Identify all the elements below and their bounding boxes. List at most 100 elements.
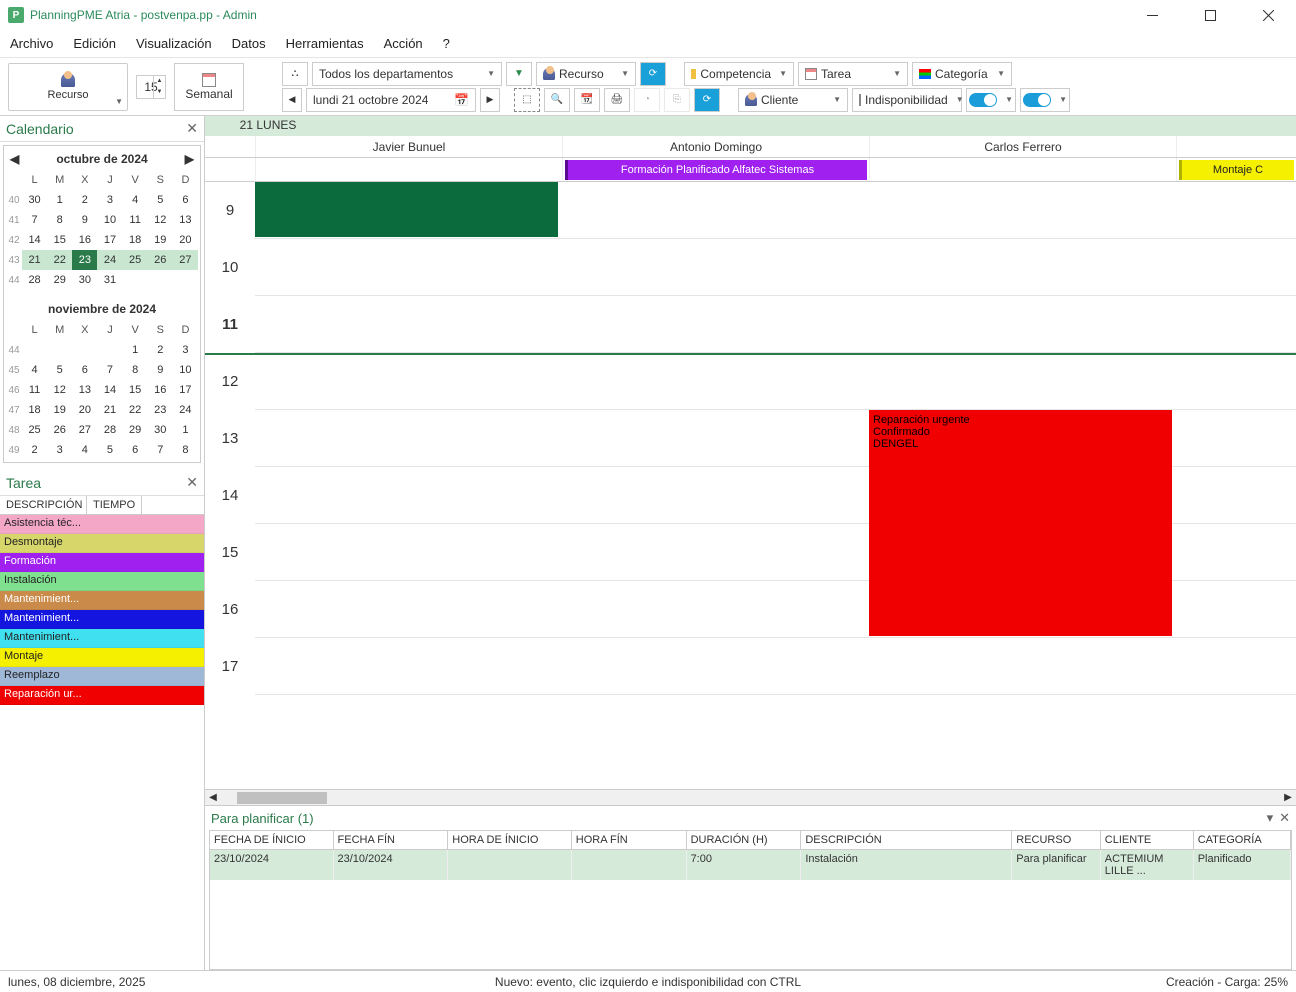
cal-day[interactable] xyxy=(173,270,198,290)
tarea-item[interactable]: Reemplazo xyxy=(0,667,204,686)
export-button[interactable]: ⎘ xyxy=(664,88,690,112)
cal-day[interactable] xyxy=(72,340,97,360)
departments-select[interactable]: Todos los departamentos▼ xyxy=(312,62,502,86)
schedule-event[interactable] xyxy=(255,182,558,237)
tarea-item[interactable]: Desmontaje xyxy=(0,534,204,553)
cal-day[interactable]: 20 xyxy=(173,230,198,250)
maximize-button[interactable] xyxy=(1190,1,1230,29)
tarea-item[interactable]: Formación xyxy=(0,553,204,572)
indisponibilidad-select[interactable]: Indisponibilidad▼ xyxy=(852,88,962,112)
cal-day[interactable]: 30 xyxy=(148,420,173,440)
cal-day[interactable]: 18 xyxy=(123,230,148,250)
cal-day[interactable] xyxy=(148,270,173,290)
cal-day[interactable]: 7 xyxy=(22,210,47,230)
cal-day[interactable]: 8 xyxy=(123,360,148,380)
print-button[interactable]: 🖨 xyxy=(604,88,630,112)
planif-col[interactable]: DURACIÓN (H) xyxy=(687,831,802,849)
cal-day[interactable]: 8 xyxy=(173,440,198,460)
cal-day[interactable]: 10 xyxy=(173,360,198,380)
hierarchy-button[interactable]: ⛬ xyxy=(282,62,308,86)
tarea-item[interactable]: Mantenimient... xyxy=(0,591,204,610)
cal-day[interactable]: 15 xyxy=(47,230,72,250)
cal-day[interactable]: 2 xyxy=(22,440,47,460)
cal-day[interactable] xyxy=(123,270,148,290)
cal-day[interactable]: 29 xyxy=(47,270,72,290)
cal-day[interactable]: 27 xyxy=(72,420,97,440)
cal-day[interactable]: 1 xyxy=(47,190,72,210)
menu-help[interactable]: ? xyxy=(443,36,450,51)
tarea-select[interactable]: Tarea▼ xyxy=(798,62,908,86)
cal-day[interactable]: 16 xyxy=(148,380,173,400)
cal-day[interactable]: 22 xyxy=(123,400,148,420)
tarea-item[interactable]: Reparación ur... xyxy=(0,686,204,705)
schedule-event[interactable]: Reparación urgenteConfirmadoDENGEL xyxy=(869,410,1172,636)
cliente-select[interactable]: Cliente▼ xyxy=(738,88,848,112)
resource-col-0[interactable]: Javier Bunuel xyxy=(255,136,562,157)
cal-day[interactable]: 2 xyxy=(148,340,173,360)
cal-day[interactable]: 9 xyxy=(72,210,97,230)
planificar-close-icon[interactable]: ✕ xyxy=(1279,810,1290,826)
search-button[interactable]: 🔍 xyxy=(544,88,570,112)
cal-day[interactable]: 24 xyxy=(97,250,122,270)
refresh2-button[interactable]: ⟳ xyxy=(694,88,720,112)
cal-next[interactable]: ▶ xyxy=(185,152,194,166)
filter-button[interactable]: ▼ xyxy=(506,62,532,86)
tarea-item[interactable]: Mantenimient... xyxy=(0,610,204,629)
cal-day[interactable] xyxy=(22,340,47,360)
date-picker[interactable]: lundi 21 octobre 2024 📅 xyxy=(306,88,476,112)
cal-day[interactable]: 4 xyxy=(123,190,148,210)
cal-day[interactable]: 5 xyxy=(47,360,72,380)
planif-col[interactable]: FECHA DE ÍNICIO xyxy=(210,831,334,849)
cal-day[interactable]: 28 xyxy=(97,420,122,440)
cal-day[interactable]: 25 xyxy=(22,420,47,440)
planif-col[interactable]: CLIENTE xyxy=(1101,831,1194,849)
resource-col-1[interactable]: Antonio Domingo xyxy=(562,136,869,157)
cal-day[interactable]: 23 xyxy=(72,250,97,270)
cal-day[interactable]: 19 xyxy=(148,230,173,250)
planificar-minimize-icon[interactable]: ▾ xyxy=(1267,810,1274,826)
cal-day[interactable]: 24 xyxy=(173,400,198,420)
cal-day[interactable]: 11 xyxy=(123,210,148,230)
cal-day[interactable]: 3 xyxy=(47,440,72,460)
menu-archivo[interactable]: Archivo xyxy=(10,36,53,51)
cal-day[interactable]: 13 xyxy=(72,380,97,400)
cal-day[interactable]: 5 xyxy=(148,190,173,210)
col-tiempo[interactable]: TIEMPO xyxy=(87,496,142,514)
menu-accion[interactable]: Acción xyxy=(384,36,423,51)
cal-day[interactable] xyxy=(47,340,72,360)
cal-day[interactable]: 17 xyxy=(173,380,198,400)
planif-col[interactable]: FECHA FÍN xyxy=(334,831,449,849)
cal-day[interactable]: 8 xyxy=(47,210,72,230)
cal-prev[interactable]: ◀ xyxy=(10,152,19,166)
resource-col-2[interactable]: Carlos Ferrero xyxy=(869,136,1176,157)
cal-day[interactable]: 1 xyxy=(123,340,148,360)
cal-day[interactable]: 13 xyxy=(173,210,198,230)
refresh-button[interactable]: ⟳ xyxy=(640,62,666,86)
tarea-item[interactable]: Asistencia téc... xyxy=(0,515,204,534)
schedule-grid[interactable]: 91011121314151617 Reparación urgenteConf… xyxy=(205,182,1296,789)
allday-event[interactable]: Formación Planificado Alfatec Sistemas xyxy=(565,160,867,180)
toggle1[interactable]: ▼ xyxy=(966,88,1016,112)
select-tool-button[interactable]: ⬚ xyxy=(514,88,540,112)
cal-day[interactable]: 21 xyxy=(97,400,122,420)
cal-day[interactable]: 3 xyxy=(173,340,198,360)
cal-day[interactable]: 19 xyxy=(47,400,72,420)
cal-day[interactable] xyxy=(97,340,122,360)
date-prev-button[interactable]: ◀ xyxy=(282,88,302,112)
cal-day[interactable]: 12 xyxy=(47,380,72,400)
planif-col[interactable]: CATEGORÍA xyxy=(1194,831,1291,849)
cal-day[interactable]: 17 xyxy=(97,230,122,250)
menu-edicion[interactable]: Edición xyxy=(73,36,116,51)
cal-day[interactable]: 21 xyxy=(22,250,47,270)
cal-day[interactable]: 26 xyxy=(47,420,72,440)
cal-day[interactable]: 15 xyxy=(123,380,148,400)
categoria-select[interactable]: Categoría▼ xyxy=(912,62,1012,86)
cal-day[interactable]: 30 xyxy=(22,190,47,210)
menu-visualizacion[interactable]: Visualización xyxy=(136,36,212,51)
planif-col[interactable]: HORA DE ÍNICIO xyxy=(448,831,572,849)
cal-day[interactable]: 2 xyxy=(72,190,97,210)
cal-day[interactable]: 12 xyxy=(148,210,173,230)
close-tarea-panel[interactable]: ✕ xyxy=(186,474,198,491)
interval-spinner[interactable]: 15 ▲▼ xyxy=(136,75,166,99)
cal-day[interactable]: 22 xyxy=(47,250,72,270)
